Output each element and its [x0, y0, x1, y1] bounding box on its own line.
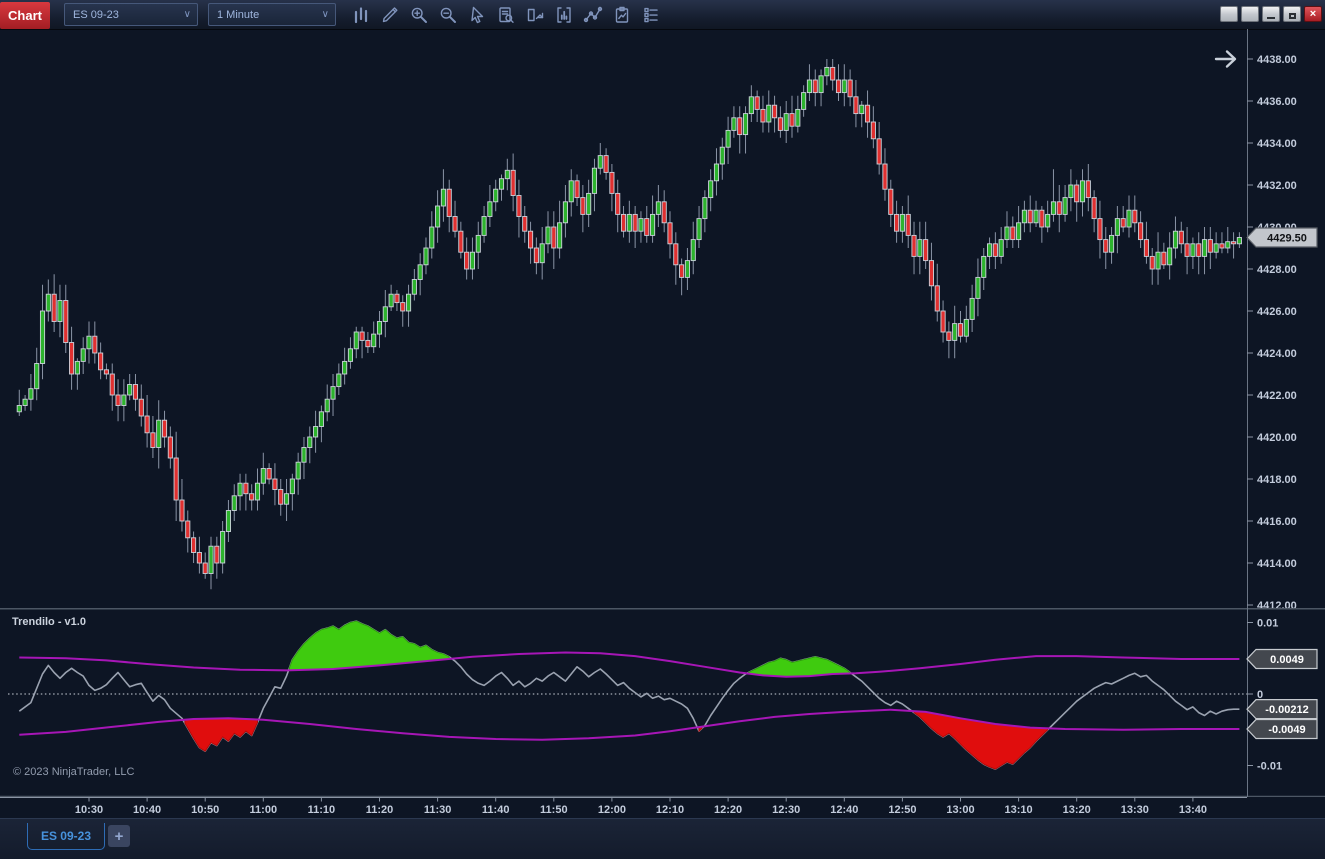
svg-text:4412.00: 4412.00 [1257, 600, 1297, 608]
svg-text:4426.00: 4426.00 [1257, 306, 1297, 318]
oscillator-value-marker: -0.00212 [1247, 700, 1317, 719]
window-controls: × [1217, 6, 1322, 22]
strategies-icon [612, 5, 632, 25]
svg-text:10:40: 10:40 [133, 804, 161, 816]
svg-text:4428.00: 4428.00 [1257, 264, 1297, 276]
svg-text:4414.00: 4414.00 [1257, 558, 1297, 570]
upper-band-marker: 0.0049 [1247, 649, 1317, 668]
title-bar: Chart ES 09-23 ∨ 1 Minute ∨ × [0, 0, 1325, 30]
instrument-dropdown[interactable]: ES 09-23 ∨ [64, 3, 198, 26]
instrument-value: ES 09-23 [73, 9, 119, 21]
cursor-icon[interactable] [462, 0, 491, 29]
svg-text:4422.00: 4422.00 [1257, 390, 1297, 402]
zoom-in-icon[interactable] [404, 0, 433, 29]
svg-text:13:10: 13:10 [1005, 804, 1033, 816]
svg-text:4436.00: 4436.00 [1257, 96, 1297, 108]
time-axis[interactable]: 10:30 10:40 10:50 11:00 11:10 11:20 11:30 11:40… [0, 797, 1325, 818]
negative-trend-fill [914, 711, 1048, 769]
chart-trader-icon[interactable] [520, 0, 549, 29]
candles-layer [17, 59, 1241, 589]
indicator-axis: 0.010-0.01 [1247, 618, 1282, 773]
svg-text:11:00: 11:00 [250, 804, 278, 816]
svg-text:4418.00: 4418.00 [1257, 474, 1297, 486]
price-chart-panel[interactable]: 4438.004436.004434.004432.004430.004428.… [0, 29, 1325, 608]
svg-text:13:20: 13:20 [1063, 804, 1091, 816]
zoom-in-icon [409, 5, 429, 25]
svg-text:13:40: 13:40 [1179, 804, 1207, 816]
tab-bar: ES 09-23 + [0, 818, 1325, 859]
svg-text:12:40: 12:40 [830, 804, 858, 816]
svg-text:4420.00: 4420.00 [1257, 432, 1297, 444]
drawing-tools-icon [380, 5, 400, 25]
toolbar [346, 0, 665, 29]
svg-text:13:00: 13:00 [946, 804, 974, 816]
chart-window: Chart ES 09-23 ∨ 1 Minute ∨ × 4438.00 443… [0, 0, 1325, 859]
indicators-icon[interactable] [549, 0, 578, 29]
svg-text:12:10: 12:10 [656, 804, 684, 816]
svg-text:4434.00: 4434.00 [1257, 138, 1297, 150]
svg-text:11:10: 11:10 [308, 804, 336, 816]
svg-text:4438.00: 4438.00 [1257, 54, 1297, 66]
chevron-down-icon: ∨ [184, 9, 191, 20]
cursor-icon [467, 5, 487, 25]
properties-icon [641, 5, 661, 25]
indicators-icon [554, 5, 574, 25]
svg-text:11:20: 11:20 [366, 804, 394, 816]
svg-text:12:30: 12:30 [772, 804, 800, 816]
restore-button[interactable] [1283, 6, 1301, 22]
svg-text:11:30: 11:30 [424, 804, 452, 816]
lower-band-marker: -0.0049 [1247, 720, 1317, 739]
svg-text:4416.00: 4416.00 [1257, 516, 1297, 528]
svg-text:12:50: 12:50 [888, 804, 916, 816]
indicator-name-label: Trendilo - v1.0 [12, 616, 86, 628]
chart-trader-icon [525, 5, 545, 25]
drawing-tools-icon[interactable] [375, 0, 404, 29]
data-box-icon[interactable] [491, 0, 520, 29]
svg-text:13:30: 13:30 [1121, 804, 1149, 816]
chart-style-icon [351, 5, 371, 25]
chart-style-icon[interactable] [346, 0, 375, 29]
go-to-end-arrow-icon[interactable] [1216, 52, 1235, 67]
add-tab-button[interactable]: + [108, 825, 130, 847]
tab-es-09-23[interactable]: ES 09-23 [27, 823, 105, 850]
price-axis: 4438.004436.004434.004432.004430.004428.… [1247, 54, 1297, 608]
positive-trend-fill [289, 621, 449, 670]
chevron-down-icon: ∨ [322, 9, 329, 20]
properties-icon[interactable] [636, 0, 665, 29]
data-box-icon [496, 5, 516, 25]
svg-text:12:00: 12:00 [598, 804, 626, 816]
zoom-out-icon[interactable] [433, 0, 462, 29]
svg-text:11:50: 11:50 [540, 804, 568, 816]
upper-band-line [19, 653, 1239, 677]
svg-text:-0.0049: -0.0049 [1268, 724, 1305, 736]
chart-menu-button[interactable]: Chart [0, 2, 50, 29]
line-tool-icon[interactable] [578, 0, 607, 29]
trendilo-indicator-panel[interactable]: 0.010-0.010.0049 -0.00212 -0.0049 [0, 608, 1325, 797]
zoom-out-icon [438, 5, 458, 25]
window-button-extra-2[interactable] [1241, 6, 1259, 22]
svg-text:12:20: 12:20 [714, 804, 742, 816]
line-tool-icon [583, 5, 603, 25]
minimize-button[interactable] [1262, 6, 1280, 22]
negative-trend-fill [185, 718, 258, 751]
svg-text:0.01: 0.01 [1257, 618, 1278, 630]
window-button-extra-1[interactable] [1220, 6, 1238, 22]
svg-text:4424.00: 4424.00 [1257, 348, 1297, 360]
svg-text:-0.00212: -0.00212 [1265, 704, 1308, 716]
interval-value: 1 Minute [217, 9, 259, 21]
svg-text:10:50: 10:50 [191, 804, 219, 816]
svg-text:0.0049: 0.0049 [1270, 654, 1304, 666]
copyright-text: © 2023 NinjaTrader, LLC [13, 766, 134, 778]
svg-text:-0.01: -0.01 [1257, 761, 1282, 773]
strategies-icon[interactable] [607, 0, 636, 29]
minimize-icon [1267, 17, 1275, 19]
interval-dropdown[interactable]: 1 Minute ∨ [208, 3, 336, 26]
svg-text:10:30: 10:30 [75, 804, 103, 816]
svg-text:4429.50: 4429.50 [1267, 233, 1307, 245]
close-button[interactable]: × [1304, 6, 1322, 22]
restore-icon [1289, 13, 1296, 19]
last-price-marker: 4429.50 [1247, 228, 1317, 247]
svg-text:4432.00: 4432.00 [1257, 180, 1297, 192]
svg-text:11:40: 11:40 [482, 804, 510, 816]
